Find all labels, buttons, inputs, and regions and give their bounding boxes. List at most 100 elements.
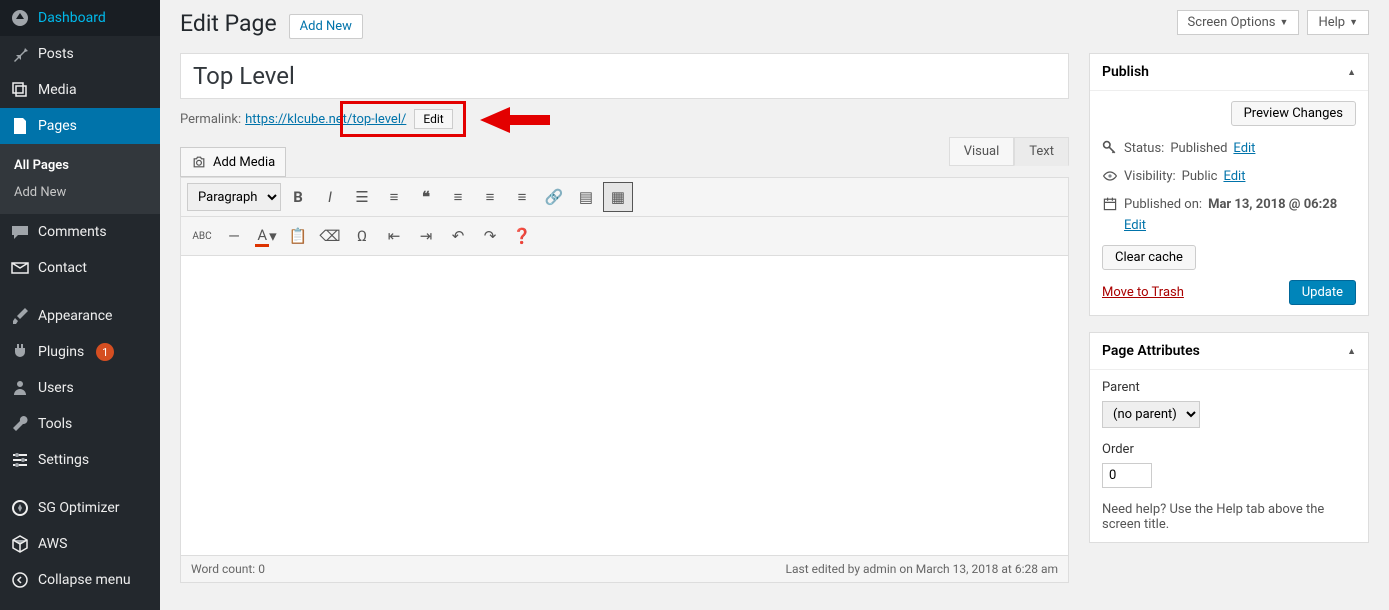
parent-label: Parent: [1102, 380, 1356, 395]
collapse-menu[interactable]: Collapse menu: [0, 562, 160, 598]
annotation-arrow-icon: [480, 105, 550, 135]
publish-metabox-header[interactable]: Publish ▲: [1090, 54, 1368, 91]
editor-footer: Word count: 0 Last edited by admin on Ma…: [180, 556, 1069, 583]
page-heading: Edit Page: [180, 10, 277, 37]
editor-toolbar-row-2: ABC — A ▾ 📋 ⌫ Ω ⇤ ⇥ ↶ ↷ ❓: [180, 217, 1069, 256]
calendar-icon: [1102, 196, 1118, 212]
sidebar-item-posts[interactable]: Posts: [0, 36, 160, 72]
tab-text[interactable]: Text: [1014, 137, 1069, 166]
clear-cache-button[interactable]: Clear cache: [1102, 245, 1196, 270]
clear-formatting-button[interactable]: ⌫: [315, 221, 345, 251]
update-button[interactable]: Update: [1289, 280, 1356, 305]
hr-button[interactable]: —: [219, 221, 249, 251]
sidebar-item-sg-optimizer[interactable]: SG Optimizer: [0, 490, 160, 526]
editor-column: Permalink: https://klcube.net/top-level/…: [180, 53, 1069, 583]
sidebar-item-comments[interactable]: Comments: [0, 214, 160, 250]
sidebar-item-plugins[interactable]: Plugins 1: [0, 334, 160, 370]
align-left-button[interactable]: ≡: [443, 182, 473, 212]
order-input[interactable]: [1102, 463, 1152, 488]
admin-sidebar: Dashboard Posts Media Pages All Pages Ad…: [0, 0, 160, 610]
sidebar-item-settings[interactable]: Settings: [0, 442, 160, 478]
submenu-add-new[interactable]: Add New: [0, 179, 160, 206]
page-attributes-header[interactable]: Page Attributes ▲: [1090, 333, 1368, 370]
bulleted-list-button[interactable]: ☰: [347, 182, 377, 212]
sidebar-item-appearance[interactable]: Appearance: [0, 298, 160, 334]
main-content: Screen Options ▼ Help ▼ Edit Page Add Ne…: [160, 0, 1389, 610]
key-icon: [1102, 140, 1118, 156]
wrench-icon: [10, 414, 30, 434]
label: Comments: [38, 224, 107, 240]
preview-changes-button[interactable]: Preview Changes: [1231, 101, 1356, 126]
media-icon: [10, 80, 30, 100]
sidebar-item-contact[interactable]: Contact: [0, 250, 160, 286]
submenu-all-pages[interactable]: All Pages: [0, 152, 160, 179]
blockquote-button[interactable]: ❝: [411, 182, 441, 212]
redo-button[interactable]: ↷: [475, 221, 505, 251]
edit-date-link[interactable]: Edit: [1124, 218, 1356, 233]
user-icon: [10, 378, 30, 398]
format-select[interactable]: Paragraph: [187, 183, 281, 211]
undo-button[interactable]: ↶: [443, 221, 473, 251]
move-to-trash-link[interactable]: Move to Trash: [1102, 285, 1184, 300]
help-icon-button[interactable]: ❓: [507, 221, 537, 251]
cube-icon: [10, 534, 30, 554]
page-attributes-metabox: Page Attributes ▲ Parent (no parent) Ord…: [1089, 332, 1369, 543]
visibility-row: Visibility: Public Edit: [1102, 168, 1356, 184]
permalink-link[interactable]: https://klcube.net/top-level/: [245, 112, 406, 127]
link-button[interactable]: 🔗: [539, 182, 569, 212]
label: Pages: [38, 118, 77, 134]
sidebar-item-media[interactable]: Media: [0, 72, 160, 108]
label: Settings: [38, 452, 89, 468]
screen-options-button[interactable]: Screen Options ▼: [1177, 10, 1300, 35]
comments-icon: [10, 222, 30, 242]
sidebar-item-dashboard[interactable]: Dashboard: [0, 0, 160, 36]
help-button[interactable]: Help ▼: [1307, 10, 1369, 35]
status-row: Status: Published Edit: [1102, 140, 1356, 156]
numbered-list-button[interactable]: ≡: [379, 182, 409, 212]
parent-select[interactable]: (no parent): [1102, 401, 1200, 428]
word-count: Word count: 0: [191, 562, 265, 576]
indent-button[interactable]: ⇥: [411, 221, 441, 251]
camera-icon: [191, 154, 207, 170]
editor-mode-tabs: Visual Text: [949, 137, 1069, 166]
sidebar-item-pages[interactable]: Pages: [0, 108, 160, 144]
paste-text-button[interactable]: 📋: [283, 221, 313, 251]
brush-icon: [10, 306, 30, 326]
edit-status-link[interactable]: Edit: [1233, 141, 1255, 156]
edit-visibility-link[interactable]: Edit: [1223, 169, 1245, 184]
align-right-button[interactable]: ≡: [507, 182, 537, 212]
label: Media: [38, 82, 77, 98]
eye-icon: [1102, 168, 1118, 184]
attributes-help-text: Need help? Use the Help tab above the sc…: [1102, 502, 1356, 532]
toolbar-toggle-button[interactable]: ▦: [603, 182, 633, 212]
sidebar-item-aws[interactable]: AWS: [0, 526, 160, 562]
strikethrough-button[interactable]: ABC: [187, 221, 217, 251]
add-new-button[interactable]: Add New: [289, 14, 363, 39]
outdent-button[interactable]: ⇤: [379, 221, 409, 251]
optimizer-icon: [10, 498, 30, 518]
italic-button[interactable]: I: [315, 182, 345, 212]
label: AWS: [38, 536, 67, 552]
special-char-button[interactable]: Ω: [347, 221, 377, 251]
permalink-label: Permalink:: [180, 112, 241, 127]
align-center-button[interactable]: ≡: [475, 182, 505, 212]
pushpin-icon: [10, 44, 30, 64]
screen-meta-links: Screen Options ▼ Help ▼: [1177, 10, 1369, 35]
edit-slug-button[interactable]: Edit: [414, 109, 452, 129]
read-more-button[interactable]: ▤: [571, 182, 601, 212]
sidebar-submenu-pages: All Pages Add New: [0, 144, 160, 214]
label: Add Media: [213, 155, 275, 170]
mail-icon: [10, 258, 30, 278]
bold-button[interactable]: B: [283, 182, 313, 212]
content-editor[interactable]: [180, 256, 1069, 556]
tab-visual[interactable]: Visual: [949, 137, 1015, 166]
plugin-count-badge: 1: [96, 343, 114, 361]
text-color-button[interactable]: A ▾: [251, 221, 281, 251]
post-title-input[interactable]: [180, 53, 1069, 99]
add-media-button[interactable]: Add Media: [180, 147, 286, 177]
sidebar-item-tools[interactable]: Tools: [0, 406, 160, 442]
chevron-up-icon: ▲: [1347, 346, 1356, 357]
sidebar-item-users[interactable]: Users: [0, 370, 160, 406]
label: Tools: [38, 416, 72, 432]
label: Contact: [38, 260, 87, 276]
